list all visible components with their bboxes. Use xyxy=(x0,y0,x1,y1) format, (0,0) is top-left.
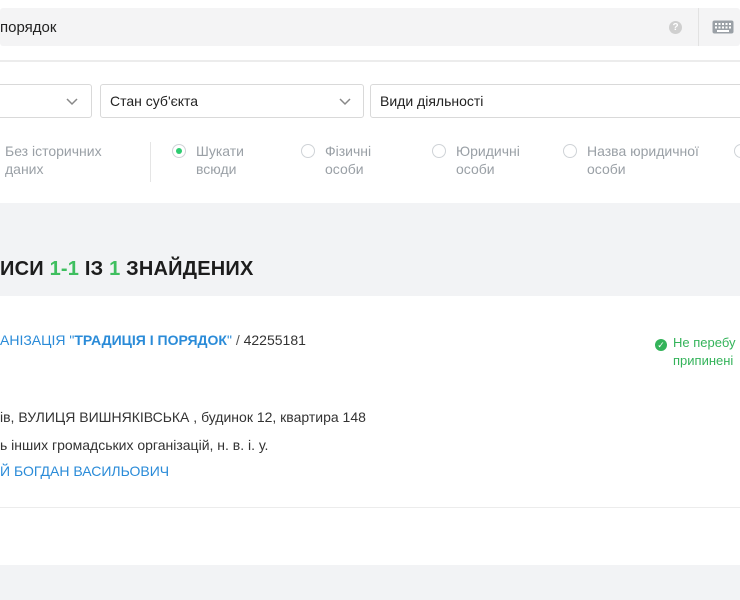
status-line1: Не перебу xyxy=(673,335,736,350)
individuals-label: Фізичні особи xyxy=(325,142,371,178)
divider xyxy=(150,142,151,182)
results-count: 1 xyxy=(109,258,121,280)
legal-name-label: Назва юридичної особи xyxy=(587,142,699,178)
activities-select[interactable]: Види діяльності xyxy=(370,84,740,118)
no-history-option[interactable]: Без історичних даних xyxy=(5,142,102,178)
results-count-title: ИСИ 1-1 ІЗ 1 ЗНАЙДЕНИХ xyxy=(0,258,254,281)
results-mid: ІЗ xyxy=(79,258,110,280)
result-title: АНІЗАЦІЯ "ТРАДИЦІЯ І ПОРЯДОК" / 42255181 xyxy=(0,332,306,348)
separator-slash: / xyxy=(231,332,244,348)
option-label: Назва юридичної xyxy=(587,143,699,159)
header-divider xyxy=(0,60,740,62)
activity-type: ь інших громадських організацій, н. в. і… xyxy=(0,437,269,453)
radio-legal-name[interactable] xyxy=(563,144,577,158)
first-select[interactable] xyxy=(0,84,92,118)
radio-individuals[interactable] xyxy=(301,144,315,158)
option-label: всюди xyxy=(196,161,237,177)
footer-band xyxy=(0,565,740,600)
option-label: даних xyxy=(5,161,44,177)
search-input[interactable]: порядок xyxy=(0,19,56,36)
option-label: Фізичні xyxy=(325,143,372,159)
head-link[interactable]: Й БОГДАН ВАСИЛЬОВИЧ xyxy=(0,463,169,479)
question-circle-icon[interactable]: ? xyxy=(669,21,682,34)
address: ів, ВУЛИЦЯ ВИШНЯКІВСЬКА , будинок 12, кв… xyxy=(0,409,366,425)
radio-more[interactable] xyxy=(734,144,740,158)
option-label: особи xyxy=(325,161,364,177)
status-line2: припинені xyxy=(673,353,734,368)
chevron-down-icon xyxy=(339,98,351,106)
radio-search-everywhere[interactable] xyxy=(172,144,186,158)
option-label: особи xyxy=(456,161,495,177)
search-everywhere-label: Шукати всюди xyxy=(196,142,244,178)
subject-state-select[interactable]: Стан суб'єкта xyxy=(100,84,364,118)
option-label: Шукати xyxy=(196,143,244,159)
subject-state-label: Стан суб'єкта xyxy=(110,93,199,109)
check-circle-icon: ✓ xyxy=(655,339,667,351)
radio-legal-entities[interactable] xyxy=(432,144,446,158)
card-divider xyxy=(0,507,740,508)
keyboard-icon[interactable] xyxy=(712,20,734,34)
search-options: Без історичних даних Шукати всюди Фізичн… xyxy=(0,142,740,192)
status-badge: ✓ Не перебу xyxy=(655,333,735,352)
results-range: 1-1 xyxy=(49,258,80,280)
org-prefix: АНІЗАЦІЯ " xyxy=(0,332,75,348)
results-suffix: ЗНАЙДЕНИХ xyxy=(120,258,254,280)
results-header xyxy=(0,203,740,296)
org-name: ТРАДИЦІЯ І ПОРЯДОК xyxy=(74,332,227,348)
option-label: Юридичні xyxy=(456,143,520,159)
search-bar[interactable]: порядок ? xyxy=(0,8,740,46)
divider xyxy=(698,8,699,46)
results-prefix: ИСИ xyxy=(0,258,50,280)
edrpou-code: 42255181 xyxy=(243,332,306,348)
option-label: Без історичних xyxy=(5,143,102,159)
organization-link[interactable]: АНІЗАЦІЯ "ТРАДИЦІЯ І ПОРЯДОК" xyxy=(0,332,232,348)
activities-label: Види діяльності xyxy=(380,93,484,109)
legal-entities-label: Юридичні особи xyxy=(456,142,520,178)
option-label: особи xyxy=(587,161,626,177)
chevron-down-icon xyxy=(66,98,78,106)
